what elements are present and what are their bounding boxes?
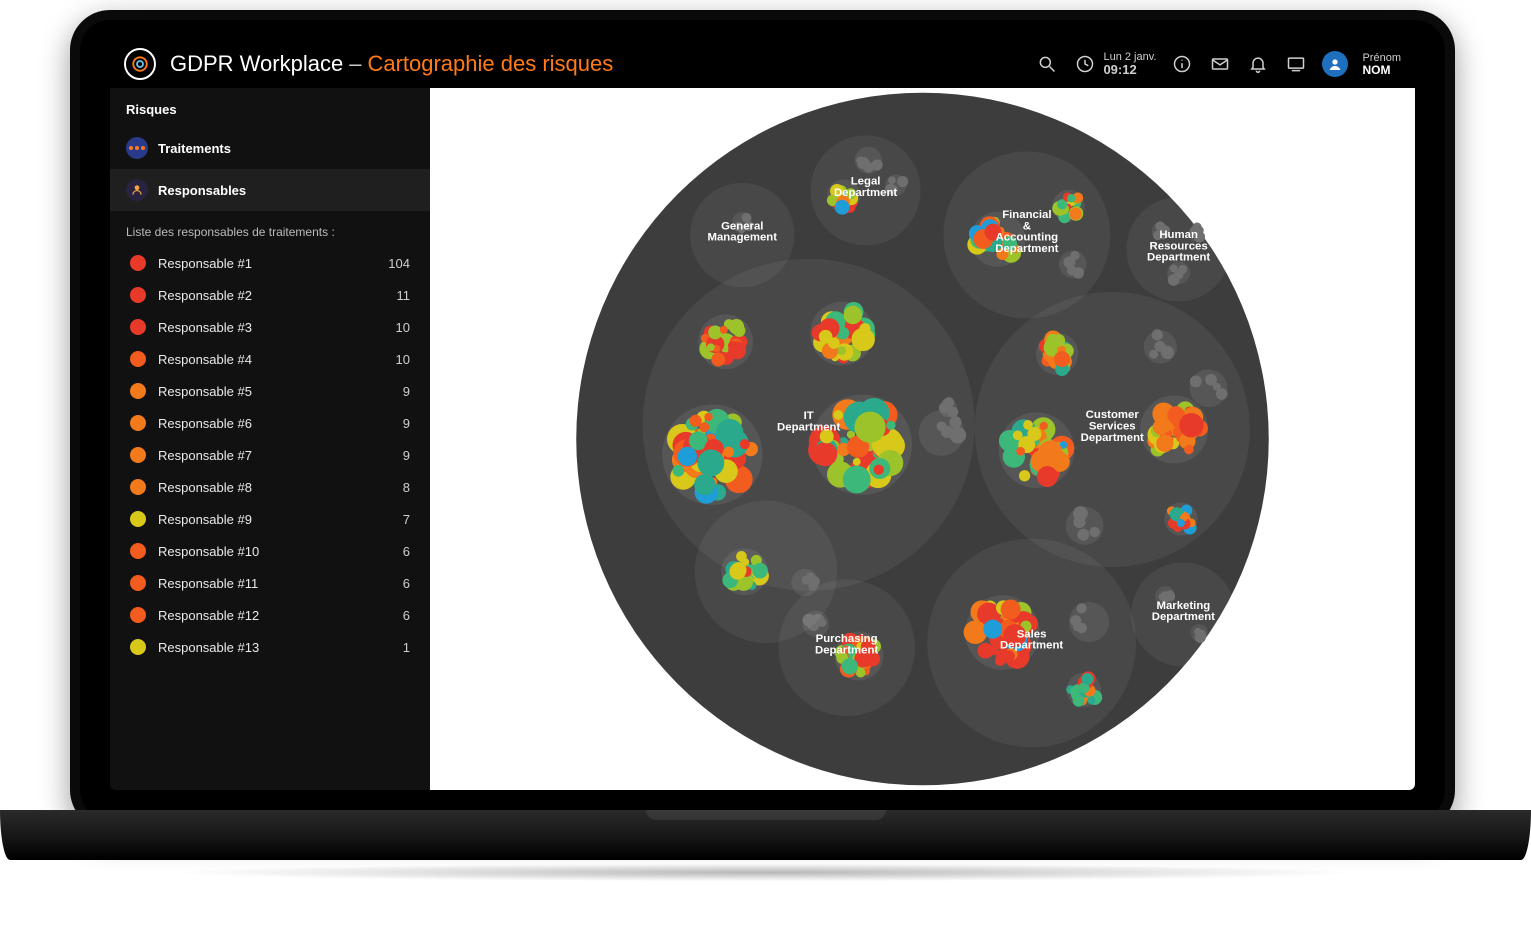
risk-dot-icon	[130, 543, 146, 559]
app-logo	[124, 48, 156, 80]
risk-dot-icon	[130, 287, 146, 303]
responsable-count: 7	[403, 512, 410, 527]
user-lastname: NOM	[1362, 64, 1401, 76]
title-dash: –	[349, 51, 361, 77]
sidebar: Risques Traitements Responsables Liste d…	[110, 88, 430, 790]
responsable-name: Responsable #9	[158, 512, 391, 527]
cast-icon[interactable]	[1284, 52, 1308, 76]
responsable-count: 6	[403, 576, 410, 591]
info-icon[interactable]	[1170, 52, 1194, 76]
app-header: GDPR Workplace – Cartographie des risque…	[110, 40, 1415, 88]
responsable-name: Responsable #4	[158, 352, 384, 367]
page-title: GDPR Workplace – Cartographie des risque…	[170, 51, 613, 77]
department-sales-department[interactable]: SalesDepartment	[927, 539, 1136, 748]
responsable-row[interactable]: Responsable #3 10	[110, 311, 430, 343]
responsable-name: Responsable #7	[158, 448, 391, 463]
responsable-name: Responsable #2	[158, 288, 385, 303]
tab-traitements[interactable]: Traitements	[110, 127, 430, 169]
responsable-name: Responsable #8	[158, 480, 391, 495]
responsable-name: Responsable #12	[158, 608, 391, 623]
responsable-row[interactable]: Responsable #7 9	[110, 439, 430, 471]
responsable-row[interactable]: Responsable #8 8	[110, 471, 430, 503]
responsable-row[interactable]: Responsable #9 7	[110, 503, 430, 535]
responsable-count: 10	[396, 352, 410, 367]
responsable-row[interactable]: Responsable #4 10	[110, 343, 430, 375]
responsable-name: Responsable #6	[158, 416, 391, 431]
risk-dot-icon	[130, 447, 146, 463]
bell-icon[interactable]	[1246, 52, 1270, 76]
department-legal-department[interactable]: LegalDepartment	[811, 135, 921, 245]
responsable-name: Responsable #13	[158, 640, 391, 655]
risk-dot-icon	[130, 607, 146, 623]
responsable-count: 9	[403, 448, 410, 463]
responsable-name: Responsable #5	[158, 384, 391, 399]
clock-icon	[1073, 52, 1097, 76]
tab-traitements-label: Traitements	[158, 141, 231, 156]
responsable-count: 11	[397, 288, 411, 303]
responsable-name: Responsable #1	[158, 256, 376, 271]
mail-icon[interactable]	[1208, 52, 1232, 76]
clock-widget: Lun 2 janv. 09:12	[1073, 52, 1156, 76]
department-marketing-department[interactable]: MarketingDepartment	[1131, 562, 1235, 666]
risk-dot-icon	[130, 255, 146, 271]
responsable-row[interactable]: Responsable #2 11	[110, 279, 430, 311]
risk-dot-icon	[130, 351, 146, 367]
responsable-count: 9	[403, 384, 410, 399]
responsable-count: 10	[396, 320, 410, 335]
responsable-name: Responsable #10	[158, 544, 391, 559]
risk-dot-icon	[130, 511, 146, 527]
responsable-row[interactable]: Responsable #1 104	[110, 247, 430, 279]
header-time: 09:12	[1103, 63, 1156, 76]
responsable-count: 9	[403, 416, 410, 431]
search-icon[interactable]	[1035, 52, 1059, 76]
sidebar-section-title: Risques	[110, 88, 430, 127]
responsable-count: 8	[403, 480, 410, 495]
responsable-row[interactable]: Responsable #11 6	[110, 567, 430, 599]
department-human-resources-department[interactable]: HumanResourcesDepartment	[1126, 197, 1230, 301]
responsable-count: 6	[403, 608, 410, 623]
responsable-row[interactable]: Responsable #6 9	[110, 407, 430, 439]
risk-dot-icon	[130, 319, 146, 335]
responsable-row[interactable]: Responsable #13 1	[110, 631, 430, 663]
list-title: Liste des responsables de traitements :	[110, 211, 430, 247]
risk-dot-icon	[130, 415, 146, 431]
responsable-name: Responsable #3	[158, 320, 384, 335]
risk-dot-icon	[130, 479, 146, 495]
app-name: GDPR Workplace	[170, 51, 343, 77]
user-firstname: Prénom	[1362, 53, 1401, 64]
risk-dot-icon	[130, 575, 146, 591]
tab-responsables-label: Responsables	[158, 183, 246, 198]
app-window: GDPR Workplace – Cartographie des risque…	[110, 40, 1415, 790]
people-icon	[126, 179, 148, 201]
page-subtitle: Cartographie des risques	[367, 51, 613, 77]
risk-dot-icon	[130, 639, 146, 655]
responsable-row[interactable]: Responsable #12 6	[110, 599, 430, 631]
department-customer-services-department[interactable]: CustomerServicesDepartment	[975, 292, 1250, 567]
department-unnamed[interactable]	[695, 501, 837, 643]
chart-canvas[interactable]: LegalDepartmentGeneralManagementFinancia…	[430, 88, 1415, 790]
responsable-count: 1	[403, 640, 410, 655]
responsable-row[interactable]: Responsable #10 6	[110, 535, 430, 567]
responsable-name: Responsable #11	[158, 576, 391, 591]
risk-dot-icon	[130, 383, 146, 399]
user-avatar[interactable]	[1322, 51, 1348, 77]
responsable-count: 6	[403, 544, 410, 559]
responsable-count: 104	[388, 256, 410, 271]
bubbles-icon	[126, 137, 148, 159]
department-financial-accounting-department[interactable]: Financial&AccountingDepartment	[943, 152, 1110, 319]
tab-responsables[interactable]: Responsables	[110, 169, 430, 211]
responsable-row[interactable]: Responsable #5 9	[110, 375, 430, 407]
responsables-list: Responsable #1104Responsable #211Respons…	[110, 247, 430, 790]
user-name: Prénom NOM	[1362, 53, 1401, 76]
